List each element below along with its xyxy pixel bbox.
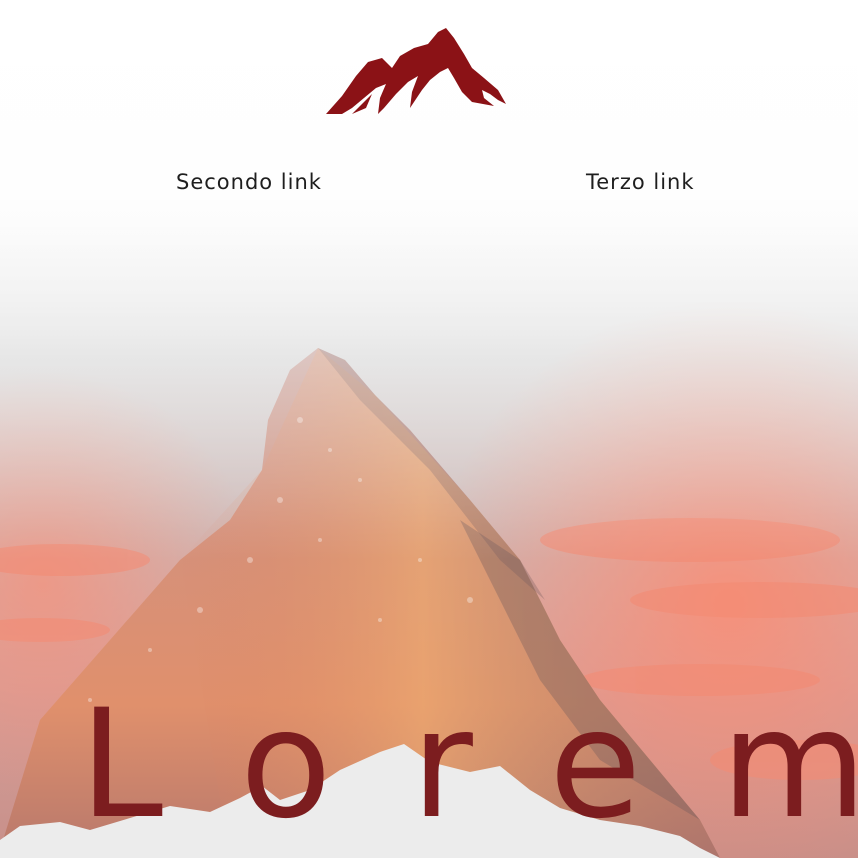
mountain-logo-icon[interactable] — [322, 28, 508, 120]
logo-mark — [326, 28, 506, 114]
nav-link-secondo[interactable]: Secondo link — [176, 164, 322, 200]
hero-title: Lorem — [79, 677, 858, 852]
page: Secondo link Terzo link Lorem — [0, 0, 858, 858]
nav-link-terzo[interactable]: Terzo link — [586, 164, 695, 200]
main-nav: Secondo link Terzo link — [0, 164, 858, 200]
